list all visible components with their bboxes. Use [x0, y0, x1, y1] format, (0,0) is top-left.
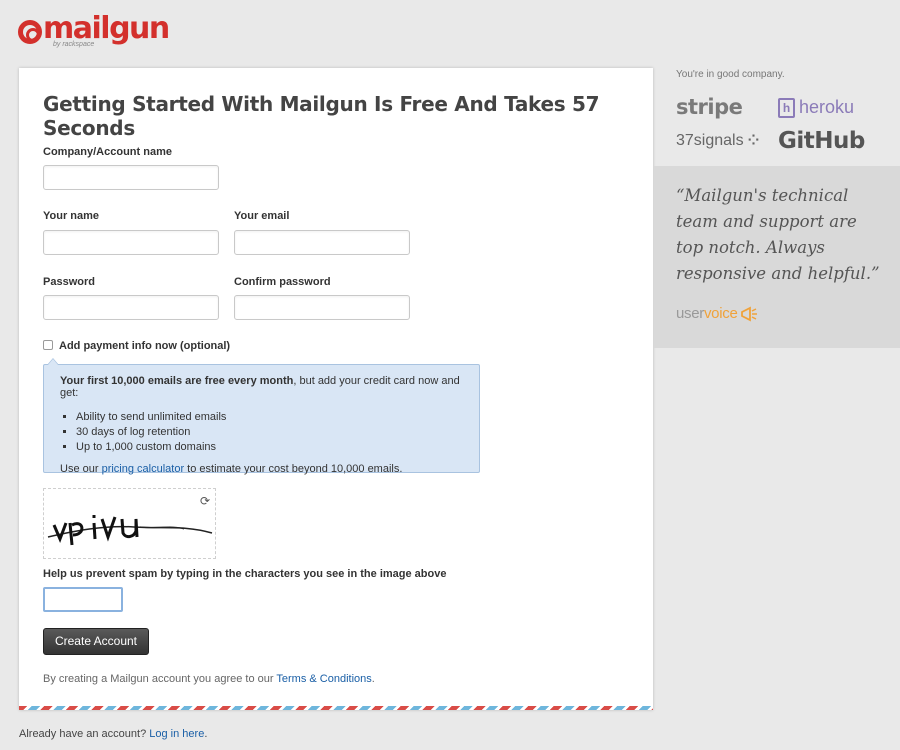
37signals-dots-icon: ⁘ — [747, 133, 760, 149]
email-label: Your email — [234, 210, 290, 222]
captcha-image: ⟳ — [43, 488, 216, 559]
benefits-list: Ability to send unlimited emails 30 days… — [76, 410, 463, 455]
testimonial-quote: “Mailgun's technical team and support ar… — [676, 186, 880, 283]
captcha-distorted-text — [47, 515, 213, 546]
heroku-logo: h heroku — [778, 97, 854, 118]
signup-card: Getting Started With Mailgun Is Free And… — [19, 68, 653, 710]
page-title: Getting Started With Mailgun Is Free And… — [43, 92, 600, 140]
payment-info-box: Your first 10,000 emails are free every … — [43, 358, 480, 475]
company-field[interactable] — [43, 165, 219, 190]
company-label: Company/Account name — [43, 146, 172, 158]
confirm-password-label: Confirm password — [234, 276, 331, 288]
terms-suffix: . — [371, 673, 375, 685]
confirm-password-field[interactable] — [234, 295, 410, 320]
name-field[interactable] — [43, 230, 219, 255]
name-label: Your name — [43, 210, 100, 222]
info-lead-bold: Your first 10,000 emails are free every … — [60, 375, 294, 387]
calc-suffix: to estimate your cost beyond 10,000 emai… — [184, 463, 403, 475]
pricing-calculator-link[interactable]: pricing calculator — [102, 463, 185, 475]
logo-byline: by rackspace — [53, 41, 95, 48]
password-label: Password — [43, 276, 95, 288]
uservoice-user: user — [676, 305, 704, 322]
company-note: You're in good company. — [676, 69, 785, 80]
stripe-logo: stripe — [676, 95, 743, 119]
heroku-icon: h — [778, 97, 795, 118]
login-prompt: Already have an account? Log in here. — [19, 728, 207, 740]
terms-note: By creating a Mailgun account you agree … — [43, 673, 375, 685]
github-logo: GitHub — [778, 128, 865, 154]
megaphone-icon — [740, 306, 757, 321]
airmail-border — [19, 706, 653, 710]
37signals-wordmark: 37signals — [676, 132, 744, 149]
refresh-icon[interactable]: ⟳ — [200, 494, 210, 508]
heroku-wordmark: heroku — [799, 97, 855, 117]
password-field[interactable] — [43, 295, 219, 320]
login-suffix: . — [204, 728, 208, 740]
uservoice-voice: voice — [703, 305, 738, 322]
captcha-field[interactable] — [43, 587, 123, 612]
captcha-label: Help us prevent spam by typing in the ch… — [43, 568, 447, 580]
payment-checkbox-label[interactable]: Add payment info now (optional) — [59, 340, 230, 352]
payment-checkbox[interactable] — [43, 340, 53, 350]
login-prefix: Already have an account? — [19, 728, 150, 740]
at-sign-icon — [18, 20, 42, 44]
list-item: 30 days of log retention — [76, 425, 463, 440]
list-item: Up to 1,000 custom domains — [76, 440, 463, 455]
list-item: Ability to send unlimited emails — [76, 410, 463, 425]
login-link[interactable]: Log in here — [149, 728, 204, 740]
terms-prefix: By creating a Mailgun account you agree … — [43, 673, 277, 685]
mailgun-logo[interactable]: mailgun by rackspace — [18, 12, 170, 48]
calculator-line: Use our pricing calculator to estimate y… — [60, 463, 463, 475]
info-lead: Your first 10,000 emails are free every … — [60, 375, 463, 399]
37signals-logo: 37signals ⁘ — [676, 132, 759, 150]
create-account-button[interactable]: Create Account — [43, 628, 149, 655]
calc-prefix: Use our — [60, 463, 102, 475]
uservoice-logo: user voice — [676, 305, 758, 322]
terms-link[interactable]: Terms & Conditions — [276, 673, 371, 685]
email-field[interactable] — [234, 230, 410, 255]
testimonial-panel: “Mailgun's technical team and support ar… — [654, 166, 900, 348]
